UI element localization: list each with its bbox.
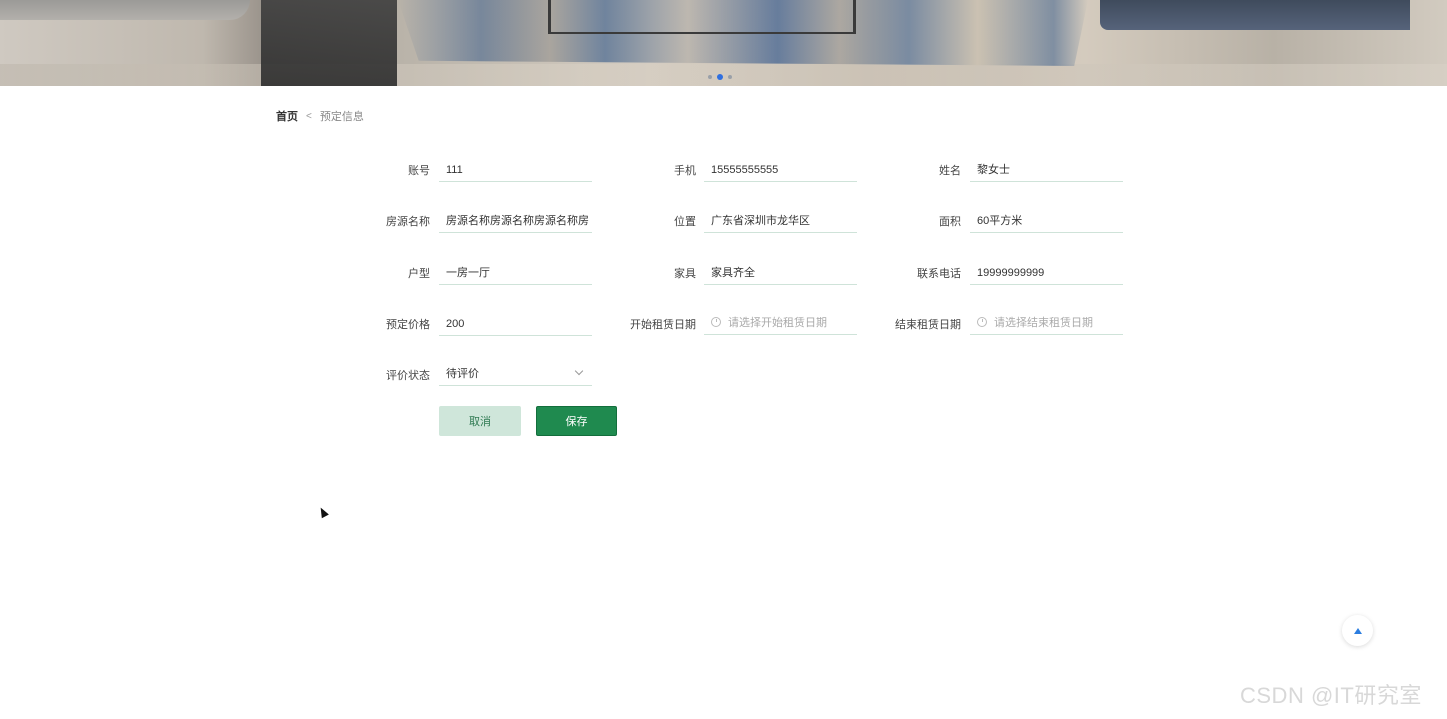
house-name-label: 房源名称: [386, 216, 430, 228]
watermark: CSDN @IT研究室: [1240, 683, 1422, 708]
mouse-cursor-icon: [317, 505, 329, 519]
banner-table: [548, 0, 856, 34]
back-to-top-button[interactable]: [1342, 615, 1373, 646]
contact-phone-field[interactable]: 19999999999: [970, 261, 1123, 285]
breadcrumb-home-link[interactable]: 首页: [276, 108, 298, 124]
cancel-button[interactable]: 取消: [439, 406, 521, 436]
carousel-dot-3[interactable]: [728, 75, 732, 79]
phone-field[interactable]: 15555555555: [704, 158, 857, 182]
review-status-select[interactable]: 待评价: [439, 362, 592, 386]
location-label: 位置: [674, 216, 696, 228]
clock-icon: [977, 317, 987, 327]
furniture-field[interactable]: 家具齐全: [704, 261, 857, 285]
end-date-placeholder: 请选择结束租赁日期: [994, 317, 1093, 329]
breadcrumb: 首页 < 预定信息: [276, 108, 364, 124]
start-date-picker[interactable]: 请选择开始租赁日期: [704, 311, 857, 335]
start-date-label: 开始租赁日期: [630, 319, 696, 331]
end-date-picker[interactable]: 请选择结束租赁日期: [970, 311, 1123, 335]
layout-label: 户型: [408, 268, 430, 280]
carousel-dot-1[interactable]: [708, 75, 712, 79]
furniture-label: 家具: [674, 268, 696, 280]
breadcrumb-separator: <: [306, 110, 312, 122]
layout-field[interactable]: 一房一厅: [439, 261, 592, 285]
carousel-indicators: [708, 74, 732, 80]
area-field[interactable]: 60平方米: [970, 209, 1123, 233]
carousel-dot-2[interactable]: [717, 74, 723, 80]
price-label: 预定价格: [386, 319, 430, 331]
area-label: 面积: [939, 216, 961, 228]
end-date-label: 结束租赁日期: [895, 319, 961, 331]
price-field[interactable]: 200: [439, 312, 592, 336]
account-label: 账号: [408, 165, 430, 177]
name-label: 姓名: [939, 165, 961, 177]
phone-label: 手机: [674, 165, 696, 177]
save-button[interactable]: 保存: [536, 406, 617, 436]
review-status-value: 待评价: [446, 368, 479, 380]
name-field[interactable]: 黎女士: [970, 158, 1123, 182]
banner-sofa-left: [0, 0, 250, 20]
review-status-label: 评价状态: [386, 370, 430, 382]
start-date-placeholder: 请选择开始租赁日期: [728, 317, 827, 329]
arrow-up-icon: [1353, 627, 1362, 634]
house-name-field[interactable]: 房源名称房源名称房源名称房: [439, 209, 592, 233]
location-field[interactable]: 广东省深圳市龙华区: [704, 209, 857, 233]
banner-sofa-right: [1100, 0, 1410, 30]
banner-carousel[interactable]: [0, 0, 1447, 86]
contact-phone-label: 联系电话: [917, 268, 961, 280]
clock-icon: [711, 317, 721, 327]
chevron-down-icon: [574, 366, 584, 376]
breadcrumb-current: 预定信息: [319, 111, 364, 123]
banner-dark-panel: [261, 0, 397, 86]
account-field[interactable]: 111: [439, 158, 592, 182]
